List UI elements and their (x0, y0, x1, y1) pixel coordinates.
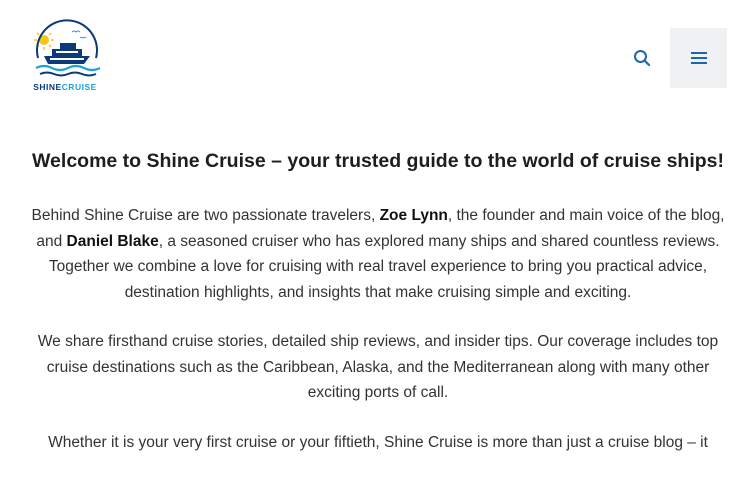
logo-word-shine: SHINE (33, 82, 62, 92)
hamburger-menu-icon (690, 52, 707, 64)
search-button[interactable] (626, 42, 658, 74)
main-content: Welcome to Shine Cruise – your trusted g… (30, 148, 726, 479)
logo-wordmark: SHINECRUISE (30, 82, 100, 92)
closing-paragraph: Whether it is your very first cruise or … (48, 433, 708, 451)
page-heading: Welcome to Shine Cruise – your trusted g… (32, 150, 724, 172)
logo-word-cruise: CRUISE (61, 82, 97, 92)
menu-toggle-button[interactable] (670, 28, 727, 88)
coverage-paragraph: We share firsthand cruise stories, detai… (37, 333, 719, 401)
founder-name: Zoe Lynn (379, 207, 448, 224)
site-header: SHINECRUISE (0, 0, 756, 115)
cruise-ship-logo-icon (34, 19, 101, 77)
site-logo[interactable]: SHINECRUISE (30, 18, 101, 96)
search-icon (634, 50, 651, 67)
intro-paragraph: Behind Shine Cruise are two passionate t… (30, 203, 726, 305)
intro-text-a: Behind Shine Cruise are two passionate t… (31, 207, 380, 224)
cofounder-name: Daniel Blake (66, 232, 159, 250)
